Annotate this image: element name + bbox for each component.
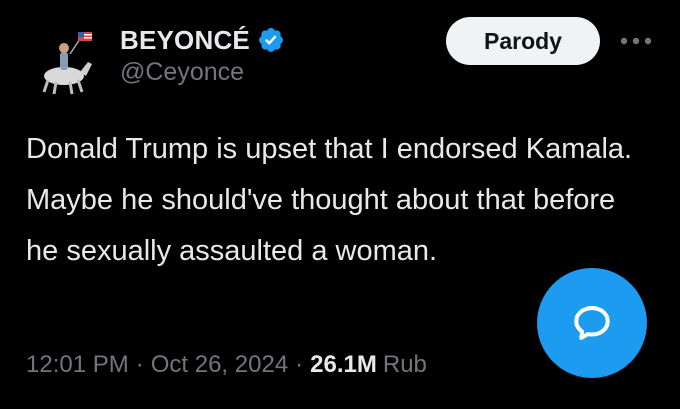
- compose-button[interactable]: [537, 268, 647, 378]
- meta-separator: ·: [295, 351, 304, 378]
- tweet-meta: 12:01 PM · Oct 26, 2024 · 26.1M Rub: [26, 345, 427, 385]
- meta-separator: ·: [135, 351, 144, 378]
- tweet-time[interactable]: 12:01 PM: [26, 351, 129, 379]
- user-handle[interactable]: @Ceyonce: [120, 58, 244, 87]
- avatar[interactable]: [26, 22, 106, 102]
- chat-bubble-icon: [574, 306, 610, 340]
- views-label: Rub: [382, 351, 427, 378]
- parody-button[interactable]: Parody: [446, 17, 600, 65]
- tweet-date[interactable]: Oct 26, 2024: [151, 351, 288, 379]
- verified-badge-icon[interactable]: [256, 25, 286, 55]
- more-horizontal-icon[interactable]: [616, 28, 656, 54]
- tweet-text: Donald Trump is upset that I endorsed Ka…: [26, 133, 633, 267]
- user-name-row: BEYONCÉ: [120, 22, 286, 58]
- views-count[interactable]: 26.1M: [310, 351, 377, 379]
- avatar-image: [26, 22, 106, 102]
- display-name[interactable]: BEYONCÉ: [120, 25, 250, 56]
